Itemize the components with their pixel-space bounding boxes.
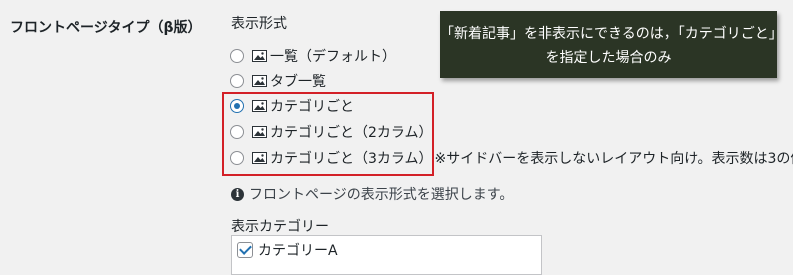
display-category-heading: 表示カテゴリー: [231, 216, 329, 236]
help-text-row: i フロントページの表示形式を選択します。: [231, 185, 513, 203]
image-icon: [252, 75, 267, 87]
tooltip-line-2: を指定した場合のみ: [440, 46, 777, 70]
radio-button[interactable]: [230, 49, 244, 63]
radio-button[interactable]: [230, 74, 244, 88]
display-format-heading: 表示形式: [231, 13, 287, 33]
info-icon: i: [231, 188, 244, 201]
tooltip-line-1: 「新着記事」を非表示にできるのは，「カテゴリごと」: [440, 22, 777, 46]
category-checklist: カテゴリーA: [231, 235, 542, 275]
radio-option-list-default[interactable]: 一覧（デフォルト）: [230, 46, 396, 66]
radio-option-label: タブ一覧: [270, 71, 326, 91]
radio-option-tab-list[interactable]: タブ一覧: [230, 71, 326, 91]
category-checkbox[interactable]: [237, 242, 253, 258]
category-label: カテゴリーA: [258, 240, 338, 260]
help-text: フロントページの表示形式を選択します。: [249, 184, 513, 204]
annotation-tooltip: 「新着記事」を非表示にできるのは，「カテゴリごと」 を指定した場合のみ: [440, 11, 777, 78]
category-item[interactable]: カテゴリーA: [237, 240, 338, 260]
radio-option-note: ※サイドバーを表示しないレイアウト向け。表示数は3の倍: [435, 148, 793, 168]
radio-option-label: 一覧（デフォルト）: [270, 46, 396, 66]
image-icon: [252, 50, 267, 62]
field-label-front-page-type: フロントページタイプ（β版）: [10, 17, 201, 37]
highlight-annotation-box: [222, 92, 434, 176]
